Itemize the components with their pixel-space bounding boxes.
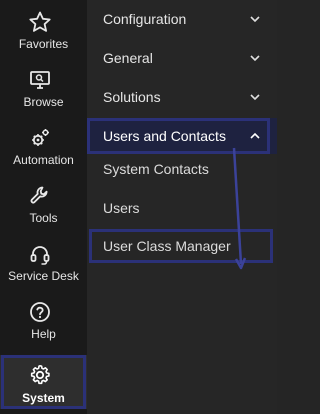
monitor-search-icon [28, 68, 52, 92]
nav-item-favorites[interactable]: Favorites [0, 4, 87, 60]
gear-icon [28, 363, 52, 387]
help-icon [28, 300, 52, 324]
chevron-down-icon [249, 52, 261, 64]
menu-section-label: Configuration [103, 11, 187, 27]
submenu-item-system-contacts[interactable]: System Contacts [87, 151, 277, 187]
app-root: Favorites Browse Automation Tools Servic [0, 0, 277, 414]
nav-item-label: Browse [23, 95, 64, 109]
menu-section-solutions[interactable]: Solutions [87, 79, 277, 115]
menu-section-label: Users and Contacts [103, 128, 226, 144]
menu-panel: Configuration General Solutions Users an… [87, 0, 277, 414]
nav-item-label: Favorites [18, 37, 69, 51]
nav-item-label: Tools [29, 211, 58, 225]
nav-item-label: Service Desk [8, 269, 79, 283]
headset-icon [28, 242, 52, 266]
chevron-down-icon [249, 91, 261, 103]
nav-item-service-desk[interactable]: Service Desk [0, 236, 87, 292]
menu-section-label: Solutions [103, 89, 161, 105]
nav-item-help[interactable]: Help [0, 294, 87, 350]
nav-item-label: Help [31, 327, 56, 341]
gears-icon [28, 126, 52, 150]
nav-item-automation[interactable]: Automation [0, 120, 87, 176]
submenu-item-label: User Class Manager [103, 238, 231, 254]
menu-section-configuration[interactable]: Configuration [87, 1, 277, 37]
submenu-item-label: System Contacts [103, 161, 209, 177]
chevron-down-icon [249, 13, 261, 25]
submenu-item-user-class-manager[interactable]: User Class Manager [87, 228, 277, 264]
left-nav-rail: Favorites Browse Automation Tools Servic [0, 0, 87, 414]
menu-section-label: General [103, 50, 153, 66]
submenu-item-users[interactable]: Users [87, 190, 277, 226]
nav-item-label: Automation [13, 153, 74, 167]
menu-section-general[interactable]: General [87, 40, 277, 76]
nav-item-browse[interactable]: Browse [0, 62, 87, 118]
chevron-up-icon [249, 130, 261, 142]
nav-item-system[interactable]: System [0, 355, 87, 409]
nav-item-label: System [22, 391, 65, 405]
submenu-item-label: Users [103, 200, 140, 216]
menu-section-users-and-contacts[interactable]: Users and Contacts [87, 118, 277, 154]
wrench-icon [28, 184, 52, 208]
star-icon [28, 10, 52, 34]
nav-item-tools[interactable]: Tools [0, 178, 87, 234]
